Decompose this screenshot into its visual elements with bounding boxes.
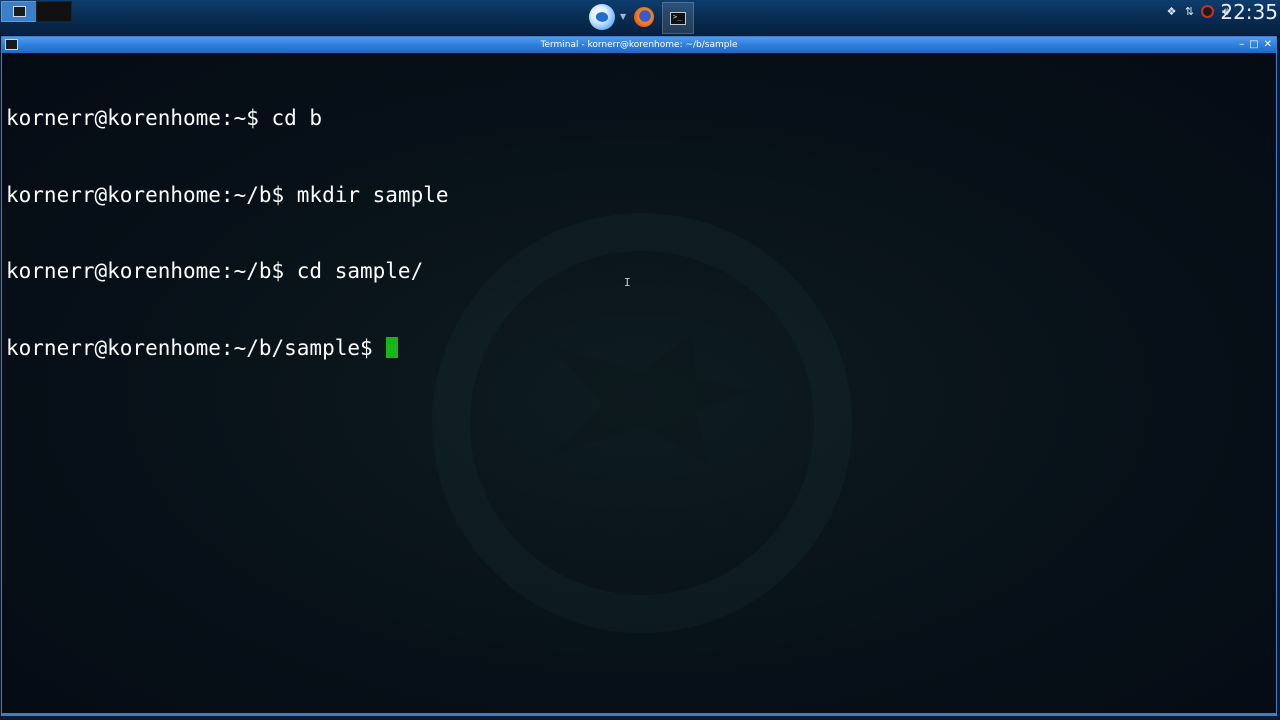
maximize-button[interactable]: □	[1249, 38, 1258, 52]
network-icon[interactable]: ⇅	[1183, 5, 1196, 18]
terminal-line: kornerr@korenhome:~$ cd b	[6, 106, 323, 130]
terminal-launcher[interactable]: >_	[662, 2, 694, 34]
window-controls: – □ ✕	[1239, 38, 1272, 52]
clock[interactable]: 22:35	[1220, 0, 1278, 24]
mouse-ibeam-cursor: I	[624, 276, 631, 289]
dropbox-icon[interactable]: ❖	[1165, 5, 1178, 18]
workspace-2[interactable]	[36, 1, 72, 22]
close-button[interactable]: ✕	[1264, 38, 1272, 52]
minimize-button[interactable]: –	[1239, 38, 1244, 52]
app-menu-icon	[589, 4, 615, 30]
window-titlebar[interactable]: Terminal - kornerr@korenhome: ~/b/sample…	[2, 37, 1276, 53]
window-border[interactable]	[2, 713, 1276, 715]
app-menu-button[interactable]	[588, 3, 616, 31]
terminal-line: kornerr@korenhome:~/b$ mkdir sample	[6, 182, 449, 207]
terminal-icon: >_	[670, 11, 686, 25]
prompt: kornerr@korenhome:~/b/sample$	[6, 335, 386, 360]
workspace-1[interactable]	[1, 1, 37, 22]
text-cursor	[386, 336, 399, 358]
workspace-window-thumbnail	[13, 6, 26, 17]
window-title: Terminal - kornerr@korenhome: ~/b/sample	[540, 40, 738, 50]
terminal-prompt-line[interactable]: kornerr@korenhome:~/b/sample$	[6, 336, 449, 362]
top-panel: ▼ >_ ❖ ⇅ 🔊︎ 22:35	[0, 0, 1280, 36]
firefox-launcher[interactable]	[630, 3, 658, 31]
updates-icon[interactable]	[1201, 4, 1214, 18]
terminal-line: kornerr@korenhome:~/b$ cd sample/	[6, 259, 424, 283]
terminal-output: kornerr@korenhome:~$ cd b kornerr@korenh…	[6, 55, 449, 412]
terminal-area[interactable]: kornerr@korenhome:~$ cd b kornerr@korenh…	[2, 53, 1276, 715]
chevron-down-icon[interactable]: ▼	[620, 12, 626, 21]
terminal-window: Terminal - kornerr@korenhome: ~/b/sample…	[1, 36, 1277, 716]
firefox-icon	[634, 7, 654, 27]
